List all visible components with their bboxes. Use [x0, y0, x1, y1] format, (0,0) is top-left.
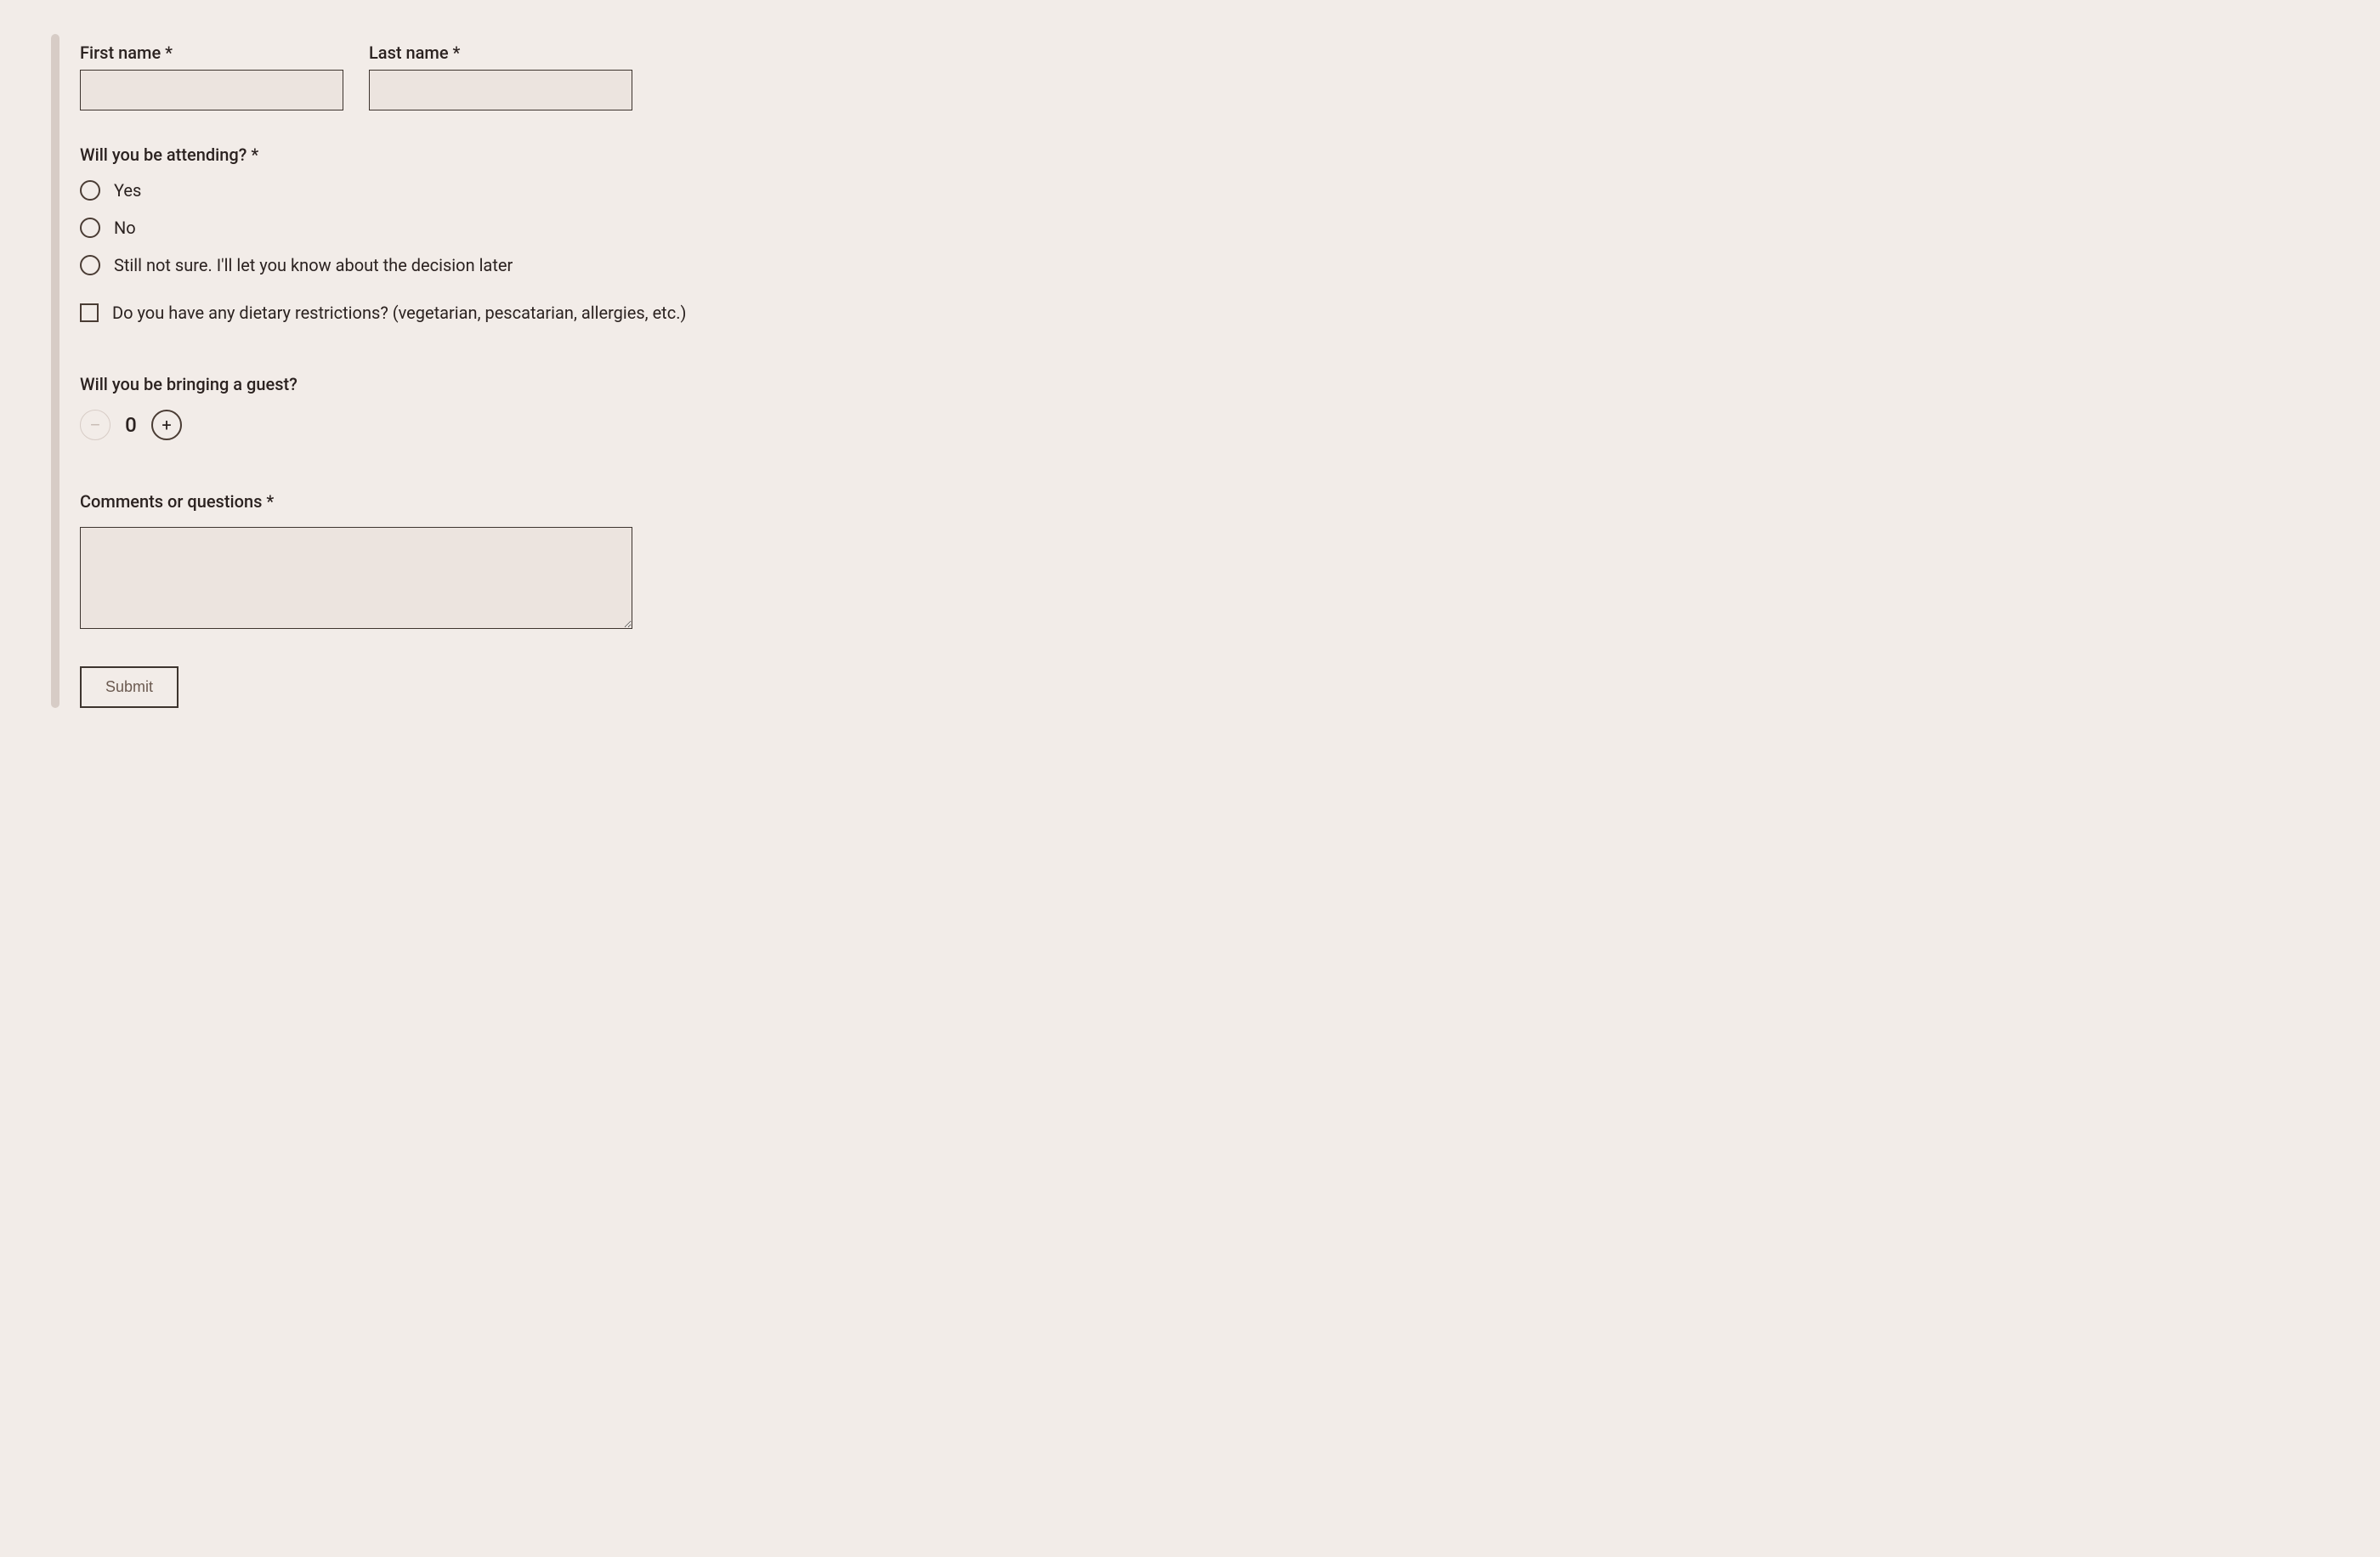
- comments-label: Comments or questions *: [80, 491, 2329, 512]
- checkbox-icon: [80, 303, 99, 322]
- dietary-checkbox[interactable]: Do you have any dietary restrictions? (v…: [80, 303, 2329, 323]
- guest-label: Will you be bringing a guest?: [80, 374, 2329, 394]
- page: First name * Last name * Will you be att…: [0, 0, 2380, 759]
- guest-increment-button[interactable]: +: [151, 410, 182, 440]
- radio-icon: [80, 180, 100, 201]
- last-name-label: Last name *: [369, 42, 632, 63]
- attending-radio-no[interactable]: No: [80, 218, 2329, 238]
- guest-decrement-button[interactable]: –: [80, 410, 110, 440]
- minus-icon: –: [89, 416, 100, 433]
- first-name-input[interactable]: [80, 70, 343, 110]
- attending-radio-unsure[interactable]: Still not sure. I'll let you know about …: [80, 255, 2329, 275]
- first-name-label: First name *: [80, 42, 343, 63]
- comments-section: Comments or questions *: [80, 491, 2329, 632]
- form-wrapper: First name * Last name * Will you be att…: [51, 34, 2329, 708]
- attending-radio-group: Yes No Still not sure. I'll let you know…: [80, 180, 2329, 275]
- radio-icon: [80, 255, 100, 275]
- guest-section: Will you be bringing a guest? – 0 +: [80, 374, 2329, 440]
- attending-label: Will you be attending? *: [80, 144, 2329, 165]
- last-name-input[interactable]: [369, 70, 632, 110]
- radio-label: No: [114, 218, 136, 238]
- attending-radio-yes[interactable]: Yes: [80, 180, 2329, 201]
- name-row: First name * Last name *: [80, 42, 2329, 110]
- comments-textarea[interactable]: [80, 527, 632, 629]
- last-name-field: Last name *: [369, 42, 632, 110]
- submit-button[interactable]: Submit: [80, 666, 178, 708]
- dietary-label: Do you have any dietary restrictions? (v…: [112, 303, 686, 323]
- radio-label: Yes: [114, 180, 141, 201]
- radio-label: Still not sure. I'll let you know about …: [114, 255, 513, 275]
- radio-icon: [80, 218, 100, 238]
- rsvp-form: First name * Last name * Will you be att…: [80, 34, 2329, 708]
- plus-icon: +: [162, 416, 171, 433]
- first-name-field: First name *: [80, 42, 343, 110]
- guest-stepper: – 0 +: [80, 410, 2329, 440]
- attending-section: Will you be attending? * Yes No Still no…: [80, 144, 2329, 275]
- accent-bar: [51, 34, 60, 708]
- guest-count-value: 0: [122, 413, 139, 437]
